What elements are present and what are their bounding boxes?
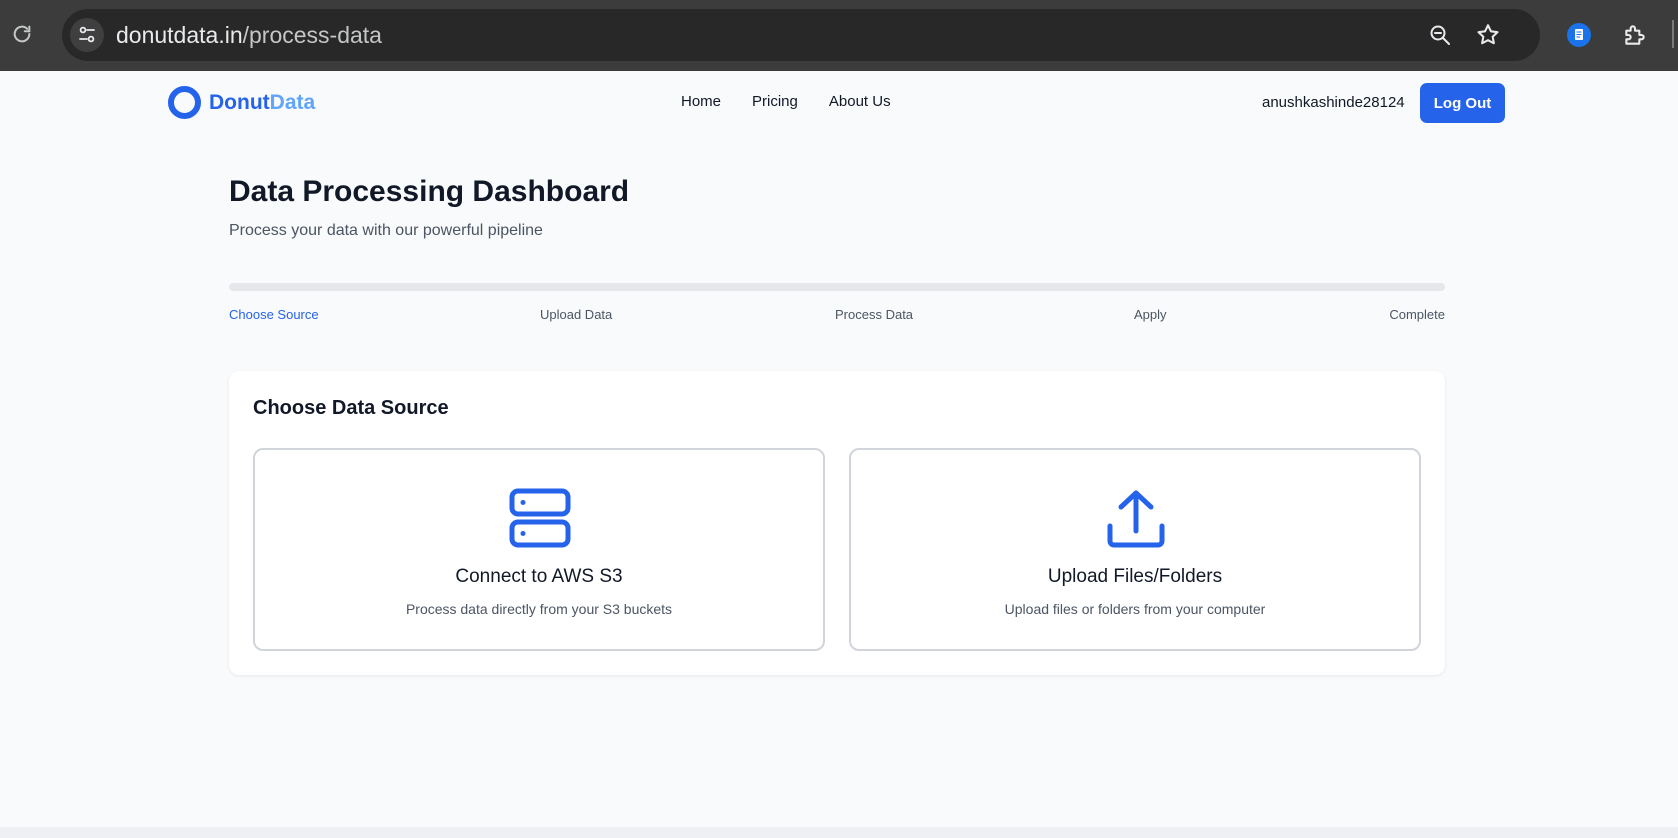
logo[interactable]: DonutData [168,86,315,119]
log-out-button[interactable]: Log Out [1420,83,1505,123]
option-title: Upload Files/Folders [1047,566,1223,587]
toolbar-divider [1672,20,1674,48]
top-navbar: DonutData Home Pricing About Us anushkas… [0,71,1678,137]
reload-icon[interactable] [8,20,36,48]
server-icon [505,484,575,554]
step-upload-data: Upload Data [540,307,613,322]
page-subtitle: Process your data with our powerful pipe… [229,222,543,239]
logo-text-secondary: Data [269,90,316,114]
option-description: Process data directly from your S3 bucke… [405,601,673,617]
upload-icon [1101,484,1171,554]
page-footer-strip [0,827,1678,838]
step-process-data: Process Data [835,307,914,322]
nav-link-pricing[interactable]: Pricing [752,93,798,110]
browser-toolbar: donutdata.in/process-data [0,0,1678,71]
url-text[interactable]: donutdata.in/process-data [116,9,382,61]
option-description: Upload files or folders from your comput… [1004,601,1266,617]
step-apply: Apply [1134,307,1167,322]
donut-logo-icon [168,86,201,119]
url-path: /process-data [242,22,382,48]
nav-link-home[interactable]: Home [681,93,721,110]
logo-text: DonutData [209,91,315,115]
nav-links: Home Pricing About Us [681,93,922,110]
step-complete: Complete [1389,307,1445,322]
data-source-card: Choose Data Source Connect to AWS S3 Pro… [229,371,1445,675]
address-bar[interactable]: donutdata.in/process-data [62,9,1540,61]
page-title: Data Processing Dashboard [229,175,630,208]
option-upload-files[interactable]: Upload Files/Folders Upload files or fol… [849,448,1421,651]
progress-bar [229,283,1445,291]
zoom-icon[interactable] [1426,21,1454,49]
bookmark-star-icon[interactable] [1474,21,1502,49]
page: DonutData Home Pricing About Us anushkas… [0,71,1678,827]
option-title: Connect to AWS S3 [455,566,623,587]
url-host: donutdata.in [116,22,243,48]
document-extension-icon[interactable] [1564,20,1594,50]
step-choose-source: Choose Source [229,307,319,322]
extensions-puzzle-icon[interactable] [1620,20,1650,50]
username: anushkashinde28124 [1262,94,1405,111]
site-settings-icon[interactable] [70,18,104,52]
progress-steps: Choose Source Upload Data Process Data A… [229,307,1445,327]
option-aws-s3[interactable]: Connect to AWS S3 Process data directly … [253,448,825,651]
logo-text-primary: Donut [209,90,270,114]
nav-link-about-us[interactable]: About Us [829,93,891,110]
card-title: Choose Data Source [253,397,449,419]
